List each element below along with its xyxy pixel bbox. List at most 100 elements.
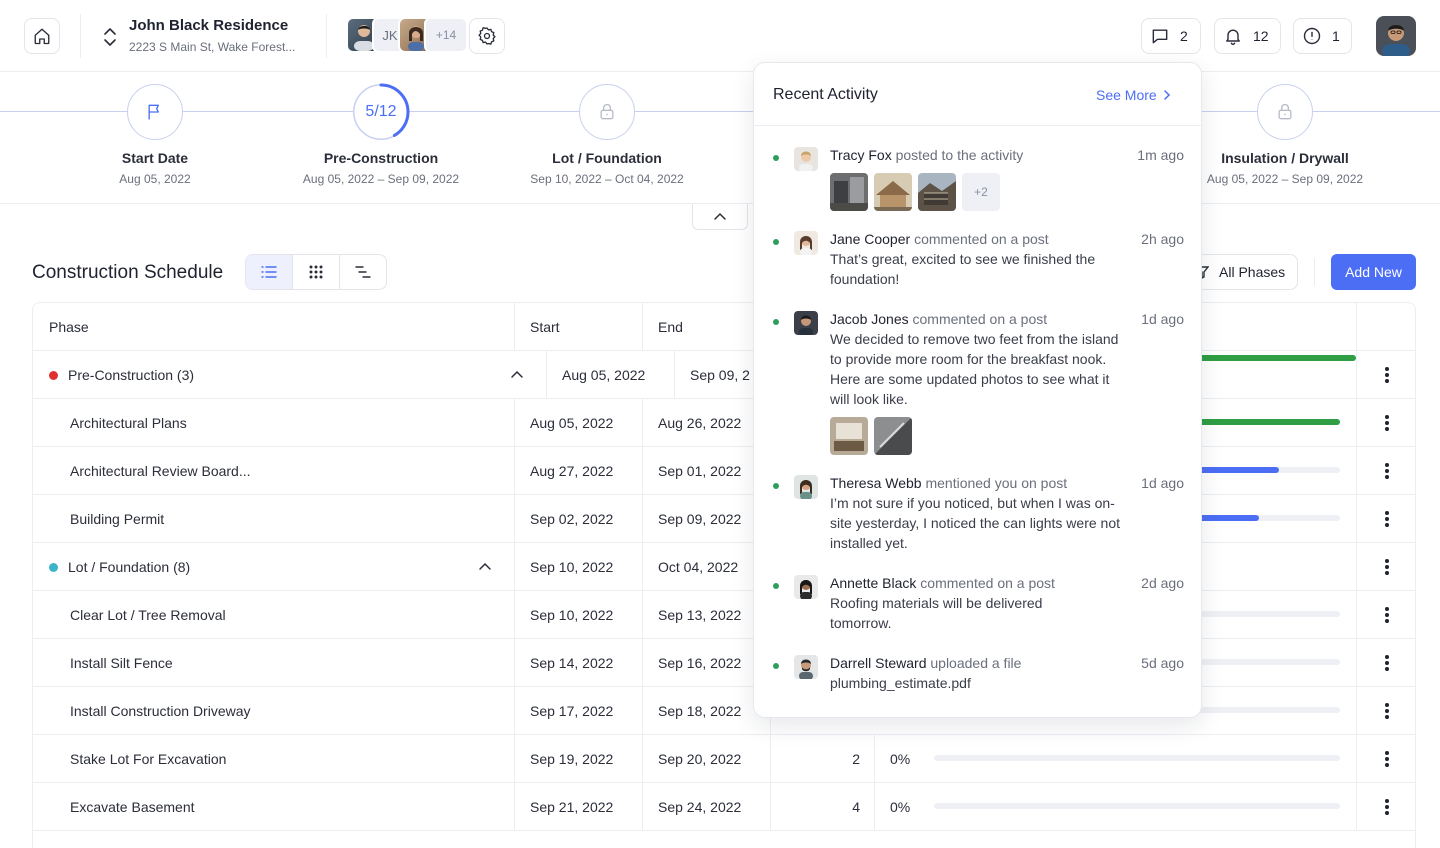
column-divider (514, 639, 515, 687)
end-date-cell: Oct 04, 2022 (658, 559, 739, 575)
end-date-cell: Sep 16, 2022 (658, 655, 742, 671)
row-menu-button[interactable] (1377, 365, 1397, 385)
column-divider (546, 351, 547, 399)
notifications-button[interactable]: 12 (1214, 18, 1281, 54)
phase-color-dot (49, 562, 58, 572)
notifications-count: 12 (1253, 28, 1269, 44)
project-settings-button[interactable] (469, 18, 505, 54)
table-row[interactable]: Building Permit Sep 02, 2022 Sep 09, 2022 (33, 495, 1415, 543)
row-menu-button[interactable] (1377, 701, 1397, 721)
see-more-link[interactable]: See More (1096, 87, 1171, 103)
column-divider (514, 543, 515, 591)
table-group-row[interactable]: Pre-Construction (3) Aug 05, 2022 Sep 09, … (33, 351, 1415, 399)
phase-filter-label: All Phases (1219, 264, 1286, 280)
activity-author[interactable]: Theresa Webb (830, 475, 922, 491)
start-date-cell: Sep 10, 2022 (530, 607, 614, 623)
gear-icon (478, 27, 496, 45)
column-header-start[interactable]: Start (530, 303, 560, 351)
photo-thumbnail[interactable] (830, 173, 868, 211)
table-row[interactable]: Architectural Plans Aug 05, 2022 Aug 26, 2… (33, 399, 1415, 447)
timeline-step-label: Pre-Construction (323, 150, 439, 166)
collapse-group-button[interactable] (510, 351, 524, 399)
column-divider (642, 783, 643, 831)
row-menu-button[interactable] (1377, 557, 1397, 577)
user-avatar[interactable] (1376, 16, 1416, 56)
more-vertical-icon (1385, 607, 1389, 623)
add-new-button[interactable]: Add New (1331, 254, 1416, 290)
row-menu-button[interactable] (1377, 605, 1397, 625)
activity-author[interactable]: Jane Cooper (830, 231, 910, 247)
timeline-step-circle (579, 84, 635, 140)
collapse-timeline-button[interactable] (692, 204, 748, 230)
more-vertical-icon (1385, 799, 1389, 815)
column-divider (642, 687, 643, 735)
table-row[interactable]: Excavate Basement Sep 21, 2022 Sep 24, 202… (33, 783, 1415, 831)
timeline-step-pre-construction[interactable]: 5/12 Pre-Construction Aug 05, 2022 – Sep… (251, 83, 511, 186)
more-vertical-icon (1385, 703, 1389, 719)
photo-thumbnail[interactable] (918, 173, 956, 211)
table-row[interactable]: Clear Lot / Tree Removal Sep 10, 2022 Sep … (33, 591, 1415, 639)
column-divider (1356, 399, 1357, 447)
unread-dot (773, 319, 779, 325)
column-divider (514, 399, 515, 447)
gantt-view-button[interactable] (340, 255, 386, 289)
list-icon (261, 266, 277, 278)
photo-thumbnail[interactable] (830, 417, 868, 455)
avatar-more-count[interactable]: +14 (424, 17, 468, 53)
table-row[interactable]: Stake Lot For Excavation Sep 19, 2022 Sep … (33, 735, 1415, 783)
alerts-count: 1 (1332, 28, 1340, 44)
timeline-step-lot-foundation[interactable]: Lot / Foundation Sep 10, 2022 – Oct 04, … (477, 84, 737, 186)
messages-button[interactable]: 2 (1141, 18, 1201, 54)
more-photos-count[interactable]: +2 (962, 173, 1000, 211)
team-avatars[interactable]: JK +14 (346, 17, 468, 53)
row-menu-button[interactable] (1377, 413, 1397, 433)
table-row[interactable]: Install Construction Driveway Sep 17, 202… (33, 687, 1415, 735)
avatar (794, 575, 818, 599)
row-menu-button[interactable] (1377, 509, 1397, 529)
phase-name: Clear Lot / Tree Removal (70, 607, 226, 623)
project-address: 2223 S Main St, Wake Forest... (129, 40, 296, 54)
activity-text: Jacob Jones commented on a post (830, 311, 1047, 327)
file-link[interactable]: plumbing_estimate.pdf (830, 673, 1130, 693)
percent-cell: 0% (890, 751, 911, 767)
photo-thumbnail[interactable] (874, 173, 912, 211)
end-date-cell: Sep 20, 2022 (658, 751, 742, 767)
grid-view-button[interactable] (293, 255, 340, 289)
activity-message: Roofing materials will be delivered tomo… (830, 595, 1043, 631)
home-button[interactable] (24, 18, 60, 54)
table-row[interactable]: Install Silt Fence Sep 14, 2022 Sep 16, 20… (33, 639, 1415, 687)
row-menu-button[interactable] (1377, 749, 1397, 769)
column-divider (514, 783, 515, 831)
phase-cell: Pre-Construction (3) (49, 351, 194, 399)
phase-name: Architectural Review Board... (70, 463, 251, 479)
row-menu-button[interactable] (1377, 797, 1397, 817)
activity-author[interactable]: Annette Black (830, 575, 916, 591)
photo-thumbnail[interactable] (874, 417, 912, 455)
activity-author[interactable]: Tracy Fox (830, 147, 892, 163)
list-view-button[interactable] (246, 255, 293, 289)
table-row[interactable]: Architectural Review Board... Aug 27, 202… (33, 447, 1415, 495)
row-menu-button[interactable] (1377, 653, 1397, 673)
start-date-cell: Sep 14, 2022 (530, 655, 614, 671)
alerts-button[interactable]: 1 (1293, 18, 1352, 54)
flag-icon (148, 104, 159, 120)
column-divider (642, 447, 643, 495)
activity-author[interactable]: Darrell Steward (830, 655, 926, 671)
timeline-step-start-date[interactable]: Start Date Aug 05, 2022 (25, 84, 285, 186)
column-header-phase[interactable]: Phase (49, 303, 89, 351)
activity-author[interactable]: Jacob Jones (830, 311, 909, 327)
collapse-group-button[interactable] (478, 543, 492, 591)
column-divider (642, 543, 643, 591)
column-header-end[interactable]: End (658, 303, 683, 351)
timeline-step-date: Sep 10, 2022 – Oct 04, 2022 (530, 172, 684, 186)
project-name[interactable]: John Black Residence (129, 17, 288, 34)
column-divider (874, 735, 875, 783)
activity-text: Annette Black commented on a post (830, 575, 1055, 591)
progress-bar (934, 755, 1340, 761)
activity-title: Recent Activity (773, 86, 878, 103)
table-group-row[interactable]: Lot / Foundation (8) Sep 10, 2022 Oct 04, … (33, 543, 1415, 591)
lock-icon (600, 103, 614, 120)
project-switcher-icon[interactable] (102, 26, 120, 48)
column-divider (674, 351, 675, 399)
row-menu-button[interactable] (1377, 461, 1397, 481)
